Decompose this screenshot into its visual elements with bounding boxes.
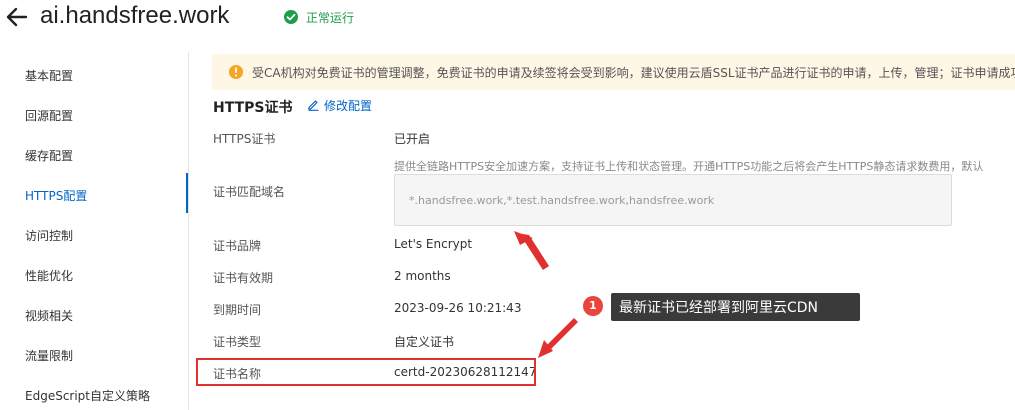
sidebar-item-video[interactable]: 视频相关 xyxy=(25,307,73,324)
page-title: ai.handsfree.work xyxy=(40,2,230,29)
notice-banner: 受CA机构对免费证书的管理调整，免费证书的申请及续签将会受到影响，建议使用云盾S… xyxy=(212,54,1015,90)
validity-value: 2 months xyxy=(394,269,451,283)
validity-label: 证书有效期 xyxy=(213,271,274,285)
arrow-to-domains xyxy=(514,231,549,270)
annotation-tooltip: 最新证书已经部署到阿里云CDN xyxy=(611,293,860,321)
warning-icon xyxy=(229,65,243,79)
notice-text: 受CA机构对免费证书的管理调整，免费证书的申请及续签将会受到影响，建议使用云盾S… xyxy=(252,66,1015,80)
highlight-box xyxy=(196,358,536,386)
section-title: HTTPS证书 xyxy=(213,100,293,116)
sidebar-item-https-config[interactable]: HTTPS配置 xyxy=(25,187,87,204)
brand-value: Let's Encrypt xyxy=(394,237,473,251)
annotation-tooltip-text: 最新证书已经部署到阿里云CDN xyxy=(619,300,819,316)
expiry-label: 到期时间 xyxy=(213,303,262,317)
sidebar-item-origin-config[interactable]: 回源配置 xyxy=(25,107,73,124)
sidebar-item-performance[interactable]: 性能优化 xyxy=(25,267,73,284)
sidebar-item-traffic-limit[interactable]: 流量限制 xyxy=(25,347,73,364)
back-arrow-icon[interactable] xyxy=(4,4,30,30)
https-value: 已开启 xyxy=(394,132,431,146)
sidebar-divider xyxy=(188,52,189,410)
sidebar-item-access-control[interactable]: 访问控制 xyxy=(25,227,73,244)
edit-config-link[interactable]: 修改配置 xyxy=(324,97,372,114)
domains-field: *.handsfree.work,*.test.handsfree.work,h… xyxy=(394,174,952,226)
arrow-to-cert-name xyxy=(538,318,578,358)
https-label: HTTPS证书 xyxy=(213,132,276,146)
domains-label: 证书匹配域名 xyxy=(213,185,286,199)
domains-value: *.handsfree.work,*.test.handsfree.work,h… xyxy=(409,194,715,207)
sidebar-item-basic-config[interactable]: 基本配置 xyxy=(25,67,73,84)
cert-type-label: 证书类型 xyxy=(213,335,262,349)
https-description: 提供全链路HTTPS安全加速方案，支持证书上传和状态管理。开通HTTPS功能之后… xyxy=(394,160,984,173)
cert-type-value: 自定义证书 xyxy=(394,335,455,349)
annotation-badge: 1 xyxy=(583,296,603,316)
check-circle-icon xyxy=(284,10,298,24)
sidebar-item-edgescript[interactable]: EdgeScript自定义策略 xyxy=(25,387,150,404)
expiry-value: 2023-09-26 10:21:43 xyxy=(394,301,522,315)
status-text: 正常运行 xyxy=(306,11,355,25)
edit-icon[interactable] xyxy=(307,98,320,111)
sidebar-item-cache-config[interactable]: 缓存配置 xyxy=(25,147,73,164)
brand-label: 证书品牌 xyxy=(213,239,262,253)
annotation-badge-number: 1 xyxy=(589,299,597,312)
